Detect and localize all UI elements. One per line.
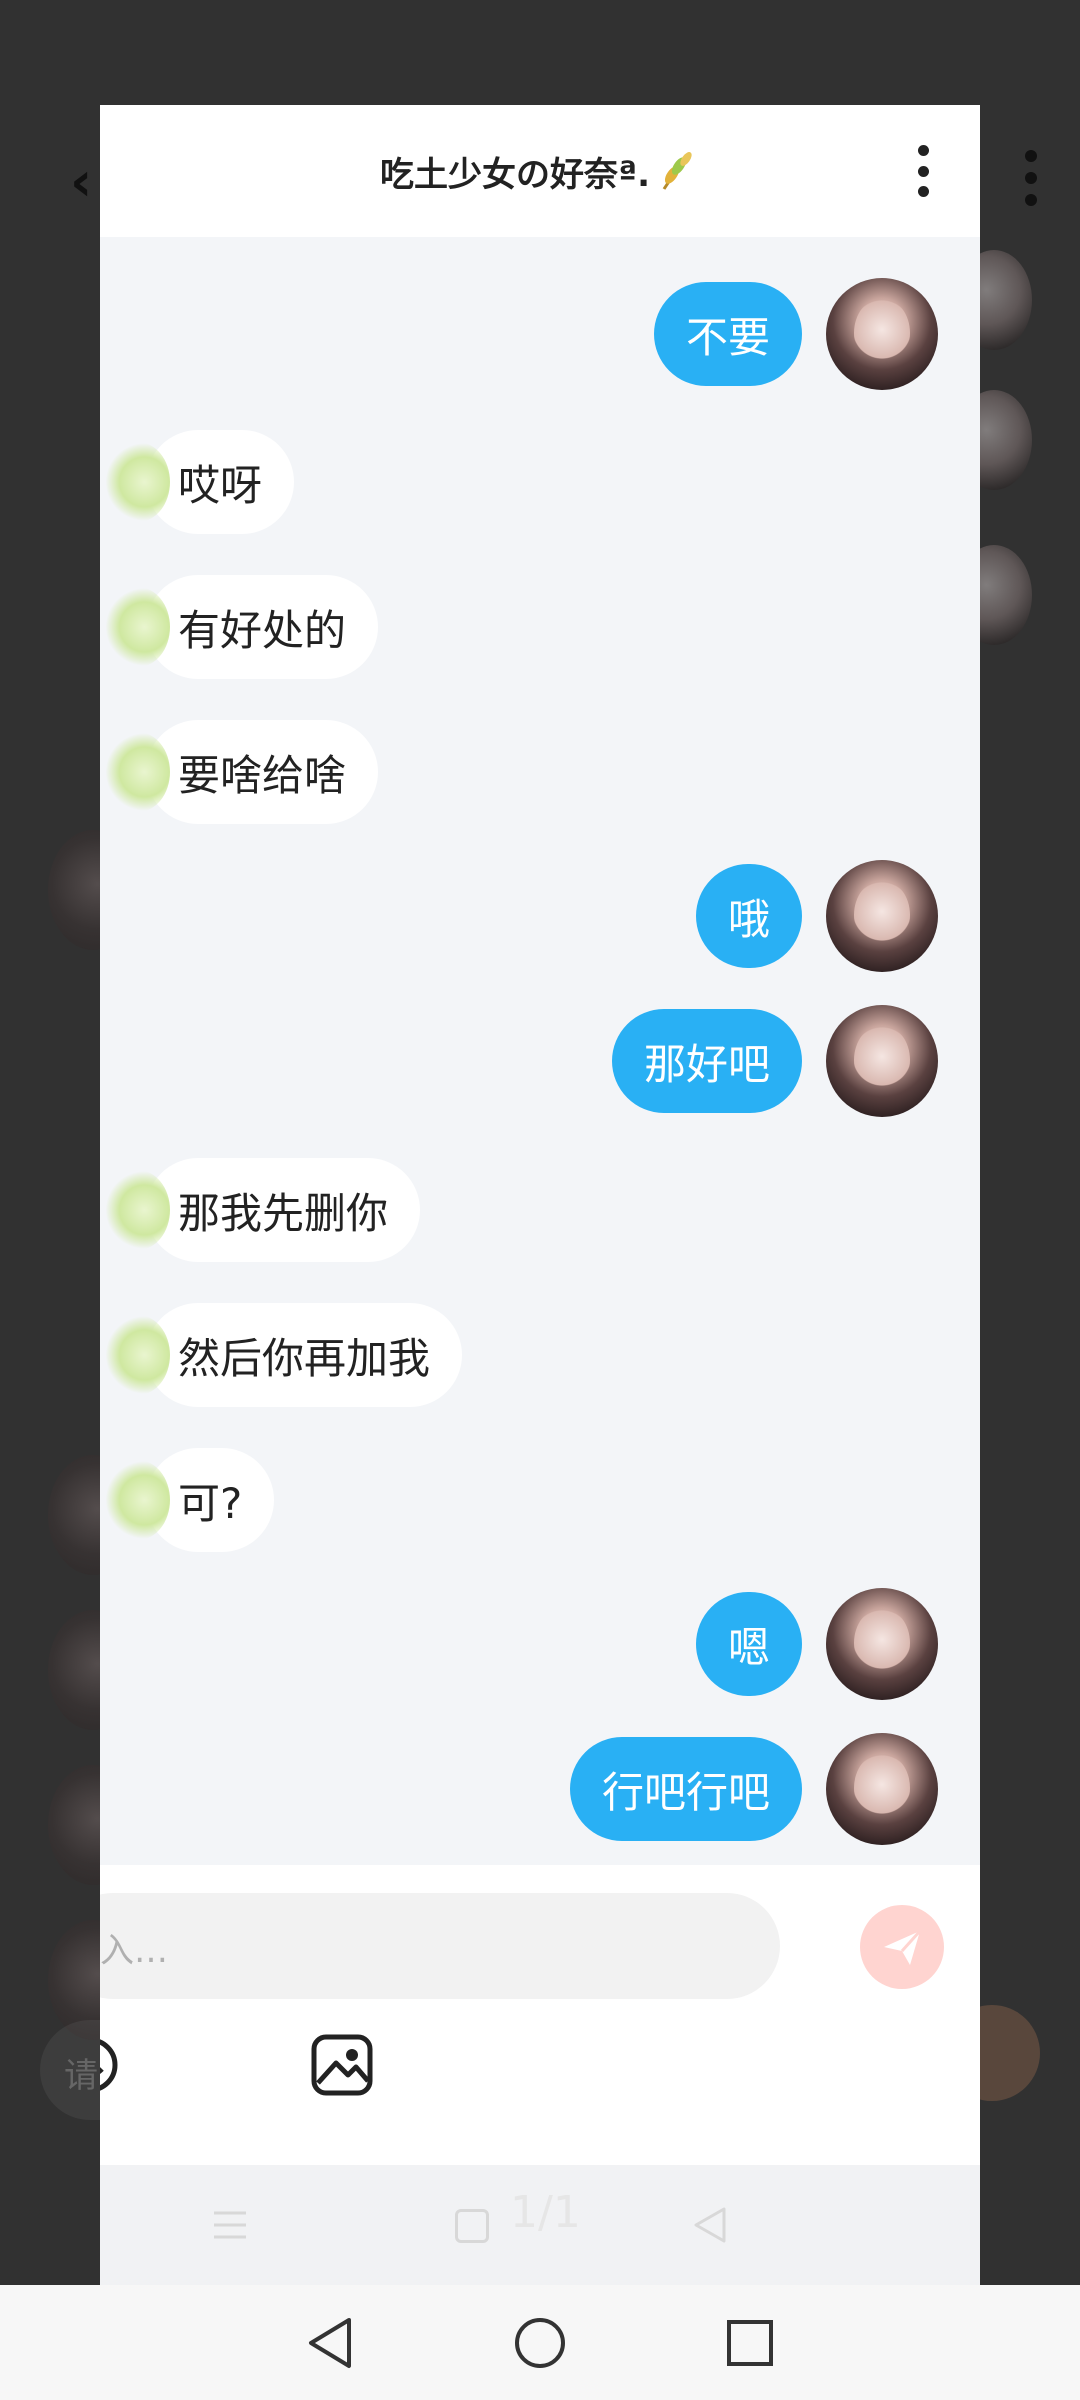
message-row: 不要	[653, 278, 938, 390]
message-row: 那好吧	[611, 1005, 938, 1117]
incoming-message-bubble[interactable]: 有好处的	[146, 575, 379, 679]
home-square-icon	[455, 2209, 489, 2243]
avatar[interactable]	[106, 442, 170, 522]
message-row: 可?	[106, 1448, 275, 1552]
avatar[interactable]	[826, 1588, 938, 1700]
message-row: 哦	[695, 860, 938, 972]
preview-footer: 1/1	[100, 2165, 980, 2285]
avatar[interactable]	[826, 1005, 938, 1117]
nav-home-button[interactable]	[510, 2313, 570, 2373]
incoming-message-bubble[interactable]: 那我先删你	[146, 1158, 421, 1262]
avatar[interactable]	[106, 1315, 170, 1395]
chat-title: 吃土少女の好奈ª.	[379, 154, 651, 195]
avatar[interactable]	[826, 860, 938, 972]
outgoing-message-bubble[interactable]: 不要	[653, 282, 802, 386]
send-button[interactable]	[860, 1905, 944, 1989]
outgoing-message-bubble[interactable]: 行吧行吧	[569, 1737, 802, 1841]
wheat-sprig-icon	[662, 152, 692, 190]
recents-square-icon	[727, 2319, 773, 2366]
emoji-icon[interactable]	[100, 2035, 120, 2095]
chat-preview-card: 吃土少女の好奈ª. 不要 哎呀 有好处的 要啥给啥 哦 那好吧 那我先删你 然后…	[100, 105, 980, 2285]
avatar[interactable]	[106, 587, 170, 667]
avatar[interactable]	[106, 732, 170, 812]
nav-recents-button[interactable]	[720, 2313, 780, 2373]
background-input-placeholder: 请	[64, 2056, 98, 2096]
avatar[interactable]	[826, 1733, 938, 1845]
back-triangle-icon	[309, 2317, 351, 2368]
chat-header: 吃土少女の好奈ª.	[100, 105, 980, 237]
message-row: 然后你再加我	[106, 1303, 463, 1407]
avatar[interactable]	[826, 278, 938, 390]
system-navigation-bar	[0, 2285, 1080, 2400]
more-options-icon[interactable]	[916, 145, 930, 197]
outgoing-message-bubble[interactable]: 嗯	[695, 1592, 802, 1696]
nav-back-button[interactable]	[300, 2313, 360, 2373]
message-row: 要啥给啥	[106, 720, 379, 824]
home-circle-icon	[515, 2317, 565, 2368]
outgoing-message-bubble[interactable]: 那好吧	[611, 1009, 802, 1113]
menu-icon	[214, 2211, 246, 2239]
more-options-icon[interactable]	[1024, 150, 1038, 206]
message-row: 行吧行吧	[569, 1733, 938, 1845]
message-input-placeholder: 入…	[100, 1931, 168, 1971]
message-input-area: 入…	[100, 1865, 980, 2165]
avatar[interactable]	[106, 1460, 170, 1540]
message-input[interactable]: 入…	[100, 1893, 780, 1999]
incoming-message-bubble[interactable]: 然后你再加我	[146, 1303, 463, 1407]
outgoing-message-bubble[interactable]: 哦	[695, 864, 802, 968]
image-picker-icon[interactable]	[310, 2033, 374, 2097]
page-indicator: 1/1	[510, 2187, 581, 2238]
message-row: 那我先删你	[106, 1158, 421, 1262]
send-icon	[884, 1929, 922, 1965]
message-row: 嗯	[695, 1588, 938, 1700]
message-row: 有好处的	[106, 575, 379, 679]
back-triangle-icon	[694, 2207, 726, 2243]
incoming-message-bubble[interactable]: 要啥给啥	[146, 720, 379, 824]
back-arrow-icon[interactable]: ‹	[70, 150, 92, 213]
avatar[interactable]	[106, 1170, 170, 1250]
message-row: 哎呀	[106, 430, 295, 534]
